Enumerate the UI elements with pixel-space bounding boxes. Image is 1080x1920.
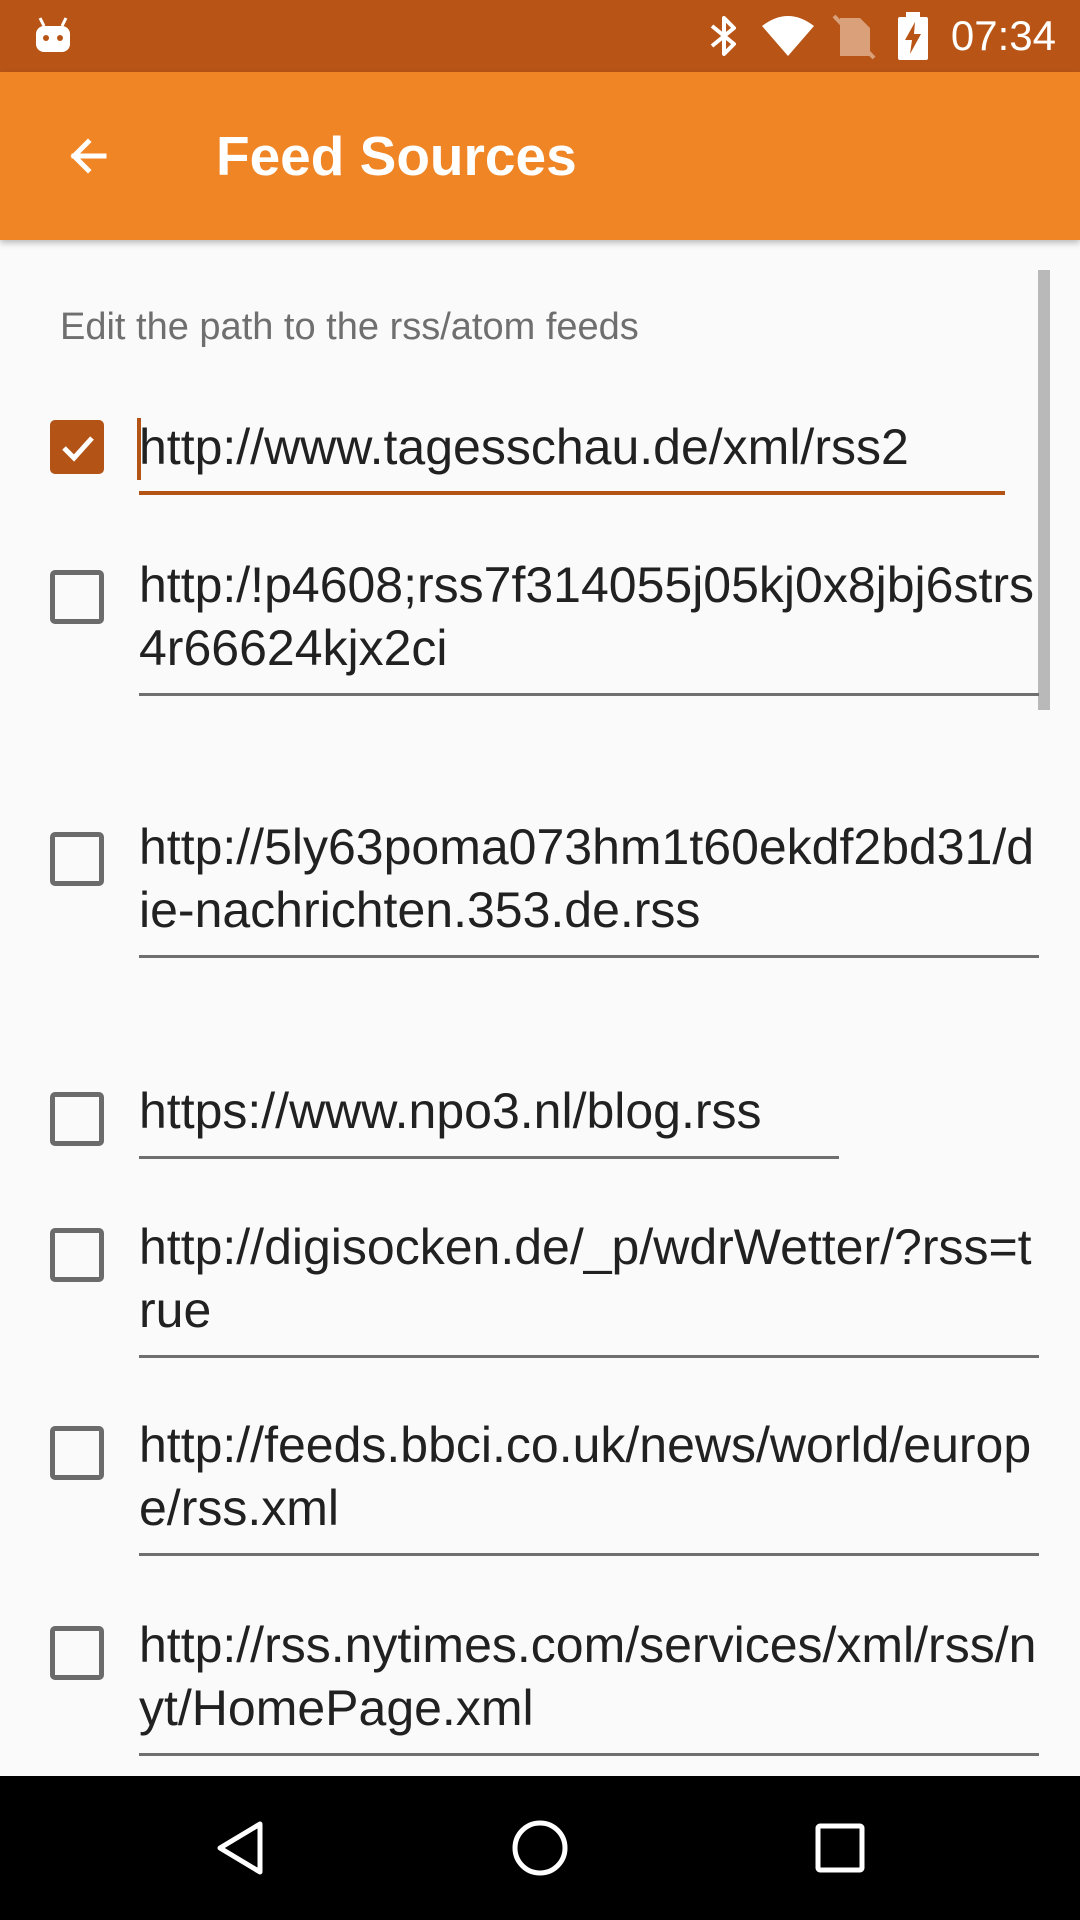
feed-url-text: http://5ly63poma073hm1t60ekdf2bd31/die-n…	[139, 819, 1035, 938]
text-cursor	[137, 418, 141, 480]
field-underline	[139, 1753, 1039, 1756]
feed-enabled-checkbox[interactable]	[50, 1426, 104, 1480]
nav-recents-button[interactable]	[804, 1812, 876, 1884]
feed-enabled-checkbox[interactable]	[50, 832, 104, 886]
feed-url-text: http://digisocken.de/_p/wdrWetter/?rss=t…	[139, 1219, 1032, 1338]
field-underline	[139, 1156, 839, 1159]
back-triangle-icon	[217, 1821, 263, 1875]
feed-url-field[interactable]: http:/!p4608;rss7f314055j05kj0x8jbj6strs…	[139, 554, 1039, 696]
android-notification-icon	[36, 17, 70, 52]
field-underline	[139, 955, 1039, 958]
feed-url-field[interactable]: http://5ly63poma073hm1t60ekdf2bd31/die-n…	[139, 816, 1039, 958]
feed-url-text: http://www.tagesschau.de/xml/rss2	[139, 419, 909, 475]
field-underline	[139, 1553, 1039, 1556]
field-underline	[139, 693, 1039, 696]
toolbar: Feed Sources	[0, 72, 1080, 240]
nav-home-button[interactable]	[504, 1812, 576, 1884]
wifi-icon	[762, 16, 814, 56]
hint-text: Edit the path to the rss/atom feeds	[60, 306, 639, 348]
feed-url-field[interactable]: https://www.npo3.nl/blog.rss	[139, 1080, 839, 1159]
feed-url-field[interactable]: http://rss.nytimes.com/services/xml/rss/…	[139, 1614, 1039, 1756]
feed-url-field[interactable]: http://www.tagesschau.de/xml/rss2	[137, 416, 1005, 495]
feed-enabled-checkbox[interactable]	[50, 1228, 104, 1282]
feed-url-text: http://feeds.bbci.co.uk/news/world/europ…	[139, 1417, 1032, 1536]
field-underline	[139, 1355, 1039, 1358]
feed-enabled-checkbox[interactable]	[50, 420, 104, 474]
scrollbar[interactable]	[1038, 270, 1050, 710]
no-sim-icon	[832, 14, 876, 60]
page-title: Feed Sources	[216, 125, 577, 187]
feed-enabled-checkbox[interactable]	[50, 1092, 104, 1146]
status-clock: 07:34	[950, 12, 1056, 59]
feed-enabled-checkbox[interactable]	[50, 1626, 104, 1680]
battery-charging-icon	[898, 12, 928, 60]
feed-sources-list[interactable]: Edit the path to the rss/atom feeds http…	[0, 240, 1080, 1776]
system-navigation-bar	[0, 1776, 1080, 1920]
feed-url-field[interactable]: http://feeds.bbci.co.uk/news/world/europ…	[139, 1414, 1039, 1556]
checkmark-icon	[62, 436, 94, 462]
home-circle-icon	[512, 1820, 568, 1876]
nav-back-button[interactable]	[204, 1812, 276, 1884]
feed-url-text: https://www.npo3.nl/blog.rss	[139, 1083, 762, 1139]
feed-url-text: http://rss.nytimes.com/services/xml/rss/…	[139, 1617, 1037, 1736]
feed-url-field[interactable]: http://digisocken.de/_p/wdrWetter/?rss=t…	[139, 1216, 1039, 1358]
bluetooth-icon	[710, 16, 736, 56]
feed-url-text: http:/!p4608;rss7f314055j05kj0x8jbj6strs…	[139, 557, 1035, 676]
back-button[interactable]	[40, 108, 136, 204]
arrow-back-icon	[70, 138, 107, 174]
recents-square-icon	[815, 1823, 865, 1873]
feed-enabled-checkbox[interactable]	[50, 570, 104, 624]
field-underline	[139, 491, 1005, 495]
status-bar: 07:34	[0, 0, 1080, 72]
